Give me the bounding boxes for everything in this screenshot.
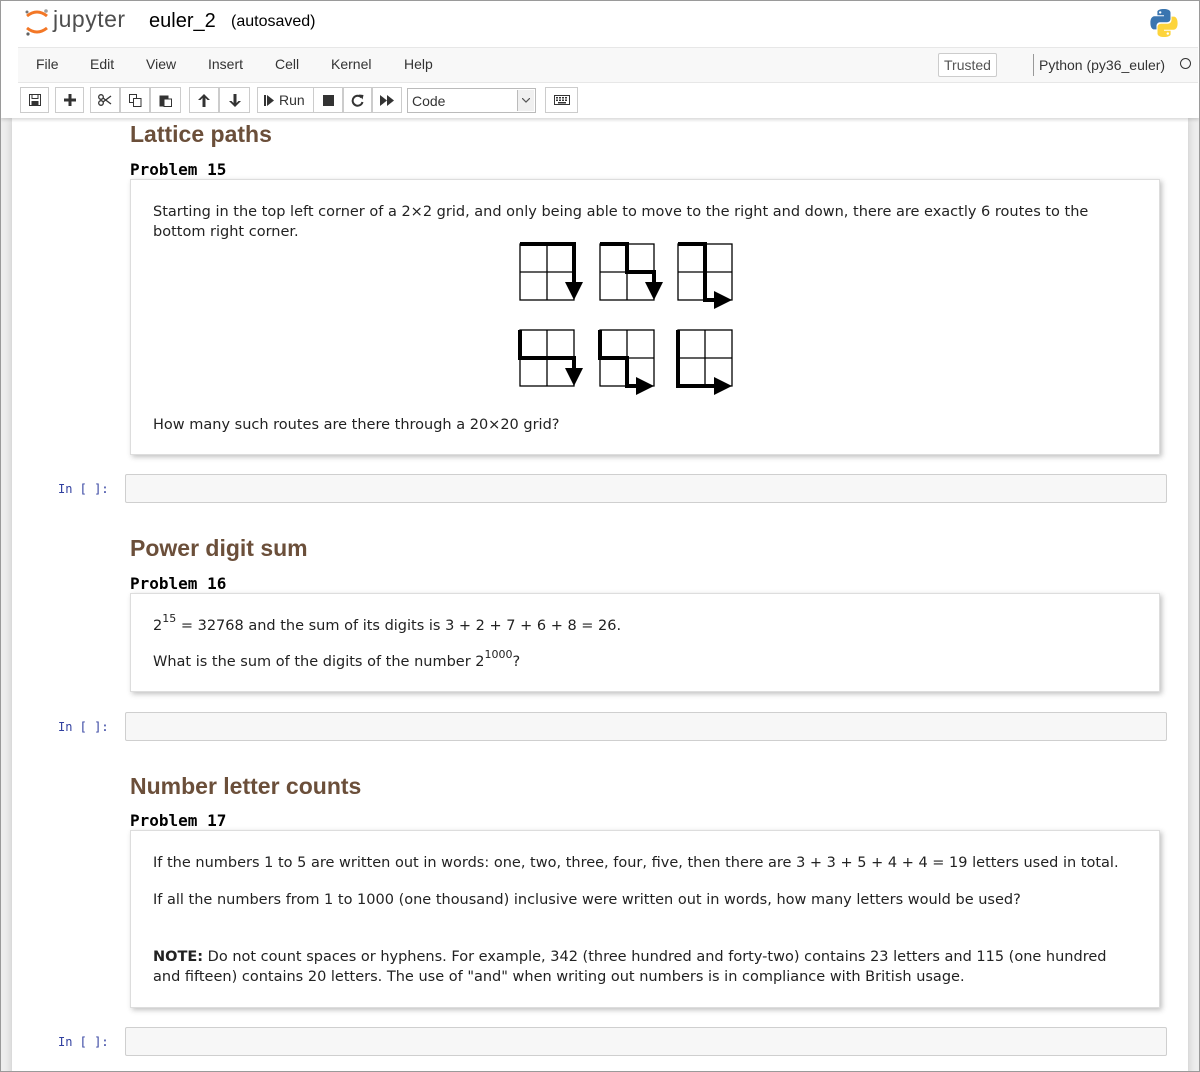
lattice-grids-image — [518, 242, 733, 395]
menu-cell[interactable]: Cell — [275, 56, 299, 72]
problem-15-box: Starting in the top left corner of a 2×2… — [130, 179, 1160, 455]
notebook-page: Lattice paths Problem 15 Starting in the… — [12, 118, 1188, 1071]
power-exponent: 15 — [162, 612, 177, 626]
stop-icon — [322, 94, 334, 106]
step-forward-icon — [264, 94, 274, 106]
kernel-name[interactable]: Python (py36_euler) — [1033, 54, 1165, 76]
run-all-button[interactable] — [372, 87, 402, 113]
problem-15-text: Starting in the top left corner of a 2×2… — [153, 204, 1089, 240]
arrow-down-icon — [228, 93, 241, 107]
header: jupyter euler_2 (autosaved) File Edit Vi… — [1, 1, 1199, 118]
question-exponent: 1000 — [484, 648, 513, 662]
problem-15-question: How many such routes are there through a… — [153, 417, 560, 433]
copy-button[interactable] — [120, 87, 150, 113]
autosave-status: (autosaved) — [231, 13, 316, 30]
menu-bar: File Edit View Insert Cell Kernel Help T… — [18, 47, 1198, 83]
plus-icon — [63, 94, 76, 106]
move-up-button[interactable] — [189, 87, 219, 113]
menu-kernel[interactable]: Kernel — [331, 56, 371, 72]
chevron-down-icon — [517, 90, 534, 111]
heading-lattice-paths: Lattice paths — [130, 121, 272, 147]
save-icon — [28, 94, 41, 106]
heading-power-digit-sum: Power digit sum — [130, 535, 308, 561]
problem-17-box: If the numbers 1 to 5 are written out in… — [130, 830, 1160, 1008]
menu-edit[interactable]: Edit — [90, 56, 114, 72]
paste-button[interactable] — [150, 87, 181, 113]
problem-17-note: NOTE: Do not count spaces or hyphens. Fo… — [153, 947, 1137, 987]
note-label: NOTE: — [153, 949, 204, 965]
cell-type-select[interactable]: Code — [407, 88, 536, 113]
menu-insert[interactable]: Insert — [208, 56, 243, 72]
run-label: Run — [279, 92, 305, 108]
problem-16-question: What is the sum of the digits of the num… — [153, 649, 1137, 672]
interrupt-button[interactable] — [313, 87, 343, 113]
question-mark: ? — [512, 654, 521, 670]
cut-button[interactable] — [90, 87, 120, 113]
code-cell-input[interactable] — [125, 712, 1167, 741]
paste-icon — [159, 95, 172, 107]
problem-17-text: If the numbers 1 to 5 are written out in… — [153, 855, 1119, 871]
problem-17-question: If all the numbers from 1 to 1000 (one t… — [153, 892, 1021, 908]
problem-17-label: Problem 17 — [130, 811, 227, 830]
input-prompt: In [ ]: — [58, 720, 109, 734]
input-prompt: In [ ]: — [58, 1035, 109, 1049]
code-cell-input[interactable] — [125, 474, 1167, 503]
note-text: Do not count spaces or hyphens. For exam… — [153, 949, 1107, 985]
heading-number-letter-counts: Number letter counts — [130, 773, 362, 799]
move-down-button[interactable] — [219, 87, 250, 113]
power-statement-text: = 32768 and the sum of its digits is 3 +… — [176, 618, 622, 634]
keyboard-icon — [553, 95, 570, 105]
notebook-window: jupyter euler_2 (autosaved) File Edit Vi… — [0, 0, 1200, 1072]
cell-type-value: Code — [412, 93, 446, 109]
code-cell-input[interactable] — [125, 1027, 1167, 1056]
refresh-icon — [351, 94, 364, 107]
problem-16-statement: 215 = 32768 and the sum of its digits is… — [153, 613, 1137, 636]
scissors-icon — [98, 94, 112, 106]
trusted-badge[interactable]: Trusted — [938, 53, 997, 77]
question-text: What is the sum of the digits of the num… — [153, 654, 485, 670]
problem-15-label: Problem 15 — [130, 160, 227, 179]
menu-file[interactable]: File — [36, 56, 59, 72]
input-prompt: In [ ]: — [58, 482, 109, 496]
jupyter-logo-text[interactable]: jupyter — [53, 6, 126, 33]
copy-icon — [128, 93, 141, 107]
command-palette-button[interactable] — [545, 87, 578, 113]
menu-help[interactable]: Help — [404, 56, 433, 72]
fast-forward-icon — [380, 94, 394, 106]
save-button[interactable] — [20, 87, 49, 113]
kernel-idle-icon — [1180, 58, 1191, 69]
problem-16-label: Problem 16 — [130, 574, 227, 593]
arrow-up-icon — [198, 93, 210, 107]
insert-cell-button[interactable] — [55, 87, 84, 113]
problem-16-box: 215 = 32768 and the sum of its digits is… — [130, 593, 1160, 692]
restart-button[interactable] — [343, 87, 372, 113]
power-base: 2 — [153, 618, 163, 634]
menu-view[interactable]: View — [146, 56, 176, 72]
python-logo-icon — [1150, 9, 1178, 37]
run-button[interactable]: Run — [257, 87, 314, 113]
toolbar: Run Code — [1, 85, 1199, 117]
notebook-name[interactable]: euler_2 — [149, 10, 216, 33]
